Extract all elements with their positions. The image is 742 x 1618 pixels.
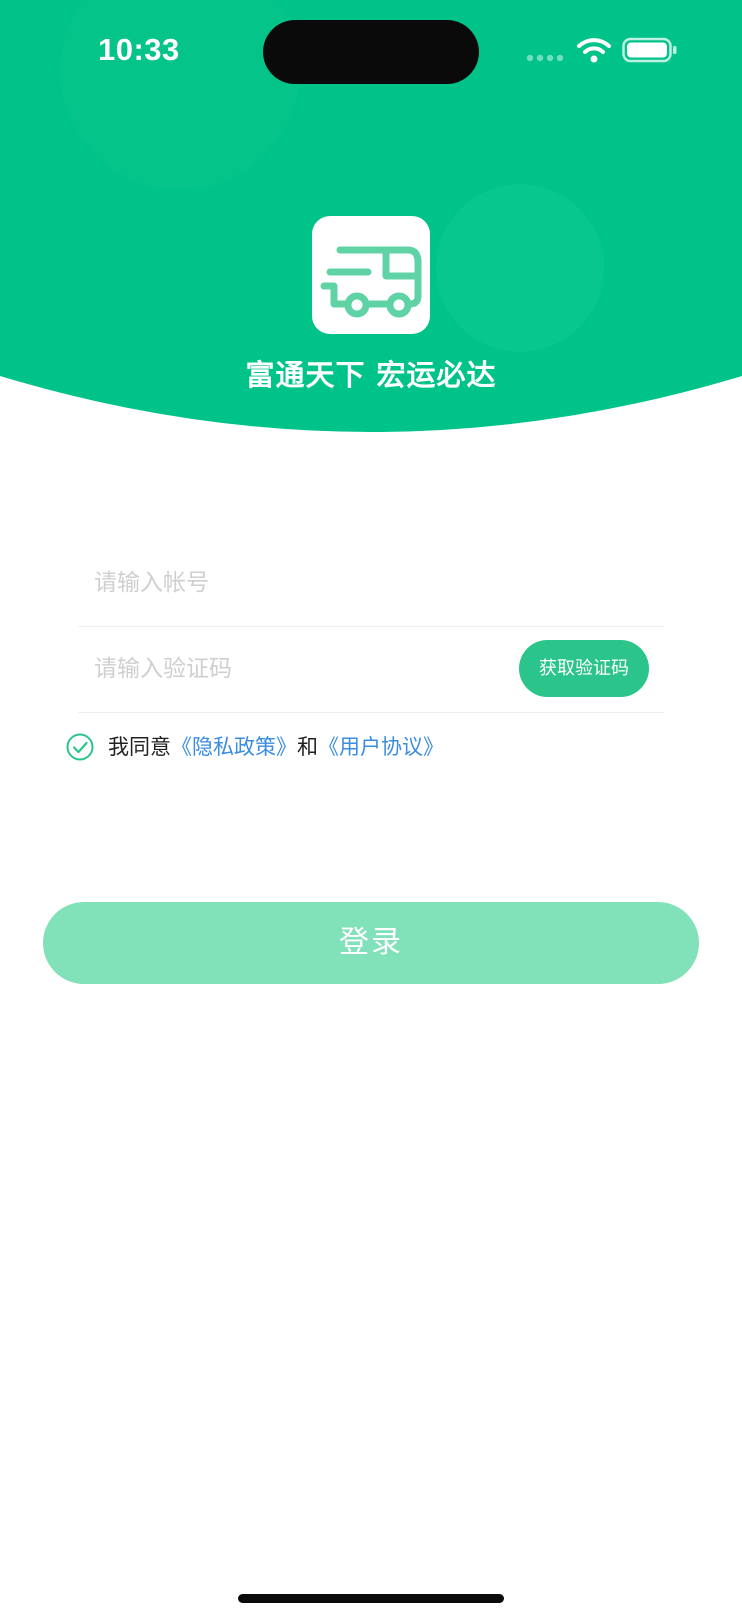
agree-checkbox-icon[interactable] [66,733,94,761]
delivery-truck-icon [320,246,422,318]
account-field-row [78,540,664,627]
get-code-button[interactable]: 获取验证码 [519,640,649,697]
wifi-icon [577,38,611,63]
privacy-policy-link[interactable]: 《隐私政策》 [171,735,297,759]
agreement-prefix: 我同意 [108,735,171,759]
login-button[interactable]: 登录 [43,902,699,984]
cellular-signal-icon [526,54,564,62]
status-time: 10:33 [98,32,180,67]
home-indicator [238,1594,504,1603]
agreement-conjunction: 和 [297,735,318,759]
dynamic-island [263,20,479,84]
account-input[interactable] [94,540,654,626]
app-slogan: 富通天下 宏运必达 [245,358,497,392]
verification-code-input[interactable] [94,626,494,712]
battery-icon [622,37,677,63]
agreement-row: 我同意《隐私政策》和《用户协议》 [108,733,444,761]
app-logo [312,216,430,334]
user-agreement-link[interactable]: 《用户协议》 [318,735,444,759]
